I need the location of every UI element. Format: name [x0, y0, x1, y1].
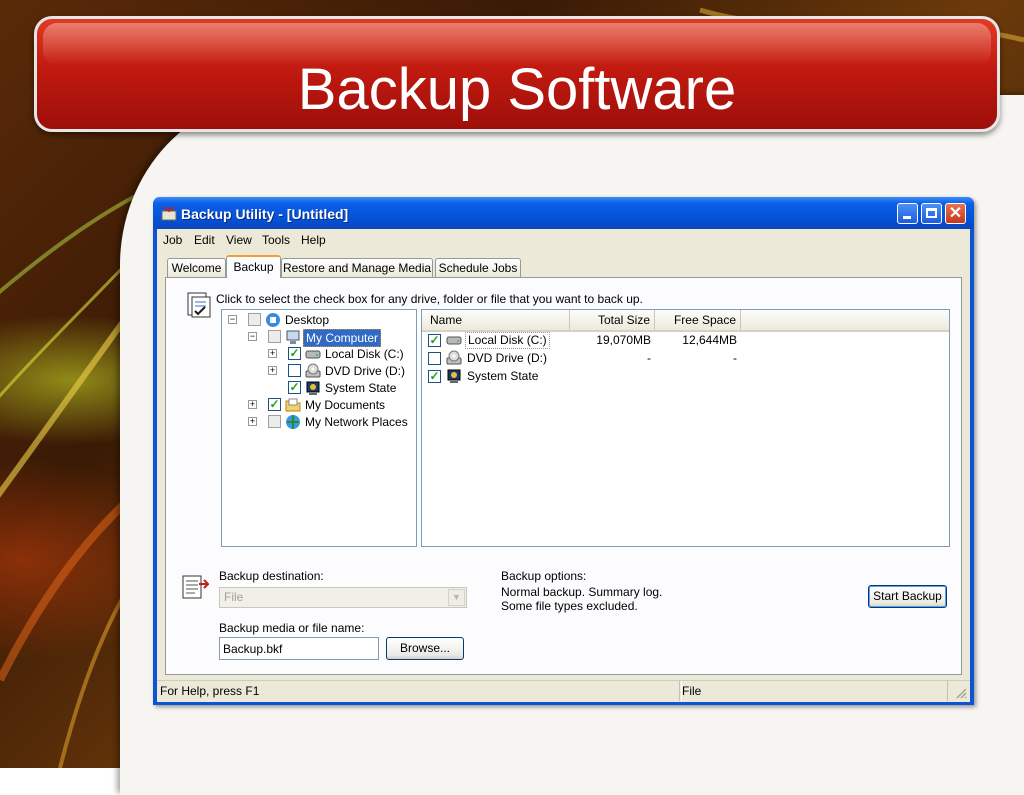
backup-options-label: Backup options: — [501, 569, 587, 583]
backup-utility-window: Backup Utility - [Untitled] ✕ Job Edit V… — [153, 197, 974, 705]
column-header-total-size[interactable]: Total Size — [570, 310, 655, 330]
tree-label-desktop: Desktop — [285, 313, 330, 327]
backup-media-input[interactable] — [219, 637, 379, 660]
list-cell-name: Local Disk (C:) — [465, 332, 550, 349]
backup-destination-value: File — [224, 590, 244, 604]
menu-tools[interactable]: Tools — [262, 233, 290, 247]
tree-item-system-state[interactable]: ✓ System State — [268, 380, 408, 396]
maximize-icon — [926, 208, 937, 218]
tree-item-my-computer[interactable]: − My Computer — [248, 329, 408, 347]
menu-view[interactable]: View — [226, 233, 252, 247]
start-backup-button[interactable]: Start Backup — [868, 585, 947, 608]
menu-edit[interactable]: Edit — [194, 233, 215, 247]
checkbox-my-computer[interactable] — [268, 330, 281, 343]
network-icon — [286, 415, 300, 429]
tree-item-my-documents[interactable]: + ✓ My Documents — [248, 397, 408, 413]
expand-icon[interactable]: + — [268, 349, 277, 358]
tree-item-local-disk-c[interactable]: + ✓ Local Disk (C:) — [268, 346, 408, 362]
checkbox-system-state[interactable]: ✓ — [288, 381, 301, 394]
tab-restore-and-manage-media[interactable]: Restore and Manage Media — [281, 258, 433, 277]
expand-icon[interactable]: + — [248, 400, 257, 409]
minimize-icon — [903, 216, 911, 219]
backup-destination-label: Backup destination: — [219, 569, 324, 583]
backup-destination-icon — [182, 575, 209, 599]
browse-button[interactable]: Browse... — [386, 637, 464, 660]
backup-options-line-1: Normal backup. Summary log. — [501, 585, 663, 599]
slide-title: Backup Software — [297, 57, 737, 122]
tree-label-my-computer: My Computer — [303, 329, 382, 347]
list-cell-name: System State — [467, 369, 539, 383]
backup-destination-select[interactable]: File ▼ — [219, 587, 467, 608]
tree-item-my-network-places[interactable]: + My Network Places — [248, 414, 413, 430]
checkbox-dvd-drive-d[interactable] — [428, 352, 441, 365]
tree-label-dvd-drive-d: DVD Drive (D:) — [325, 364, 405, 378]
status-help-text: For Help, press F1 — [160, 684, 260, 698]
list-item[interactable]: DVD Drive (D:) - - — [422, 350, 949, 367]
checkbox-local-disk-c[interactable]: ✓ — [428, 334, 441, 347]
menu-bar: Job Edit View Tools Help — [157, 229, 970, 251]
list-header: Name Total Size Free Space — [422, 310, 949, 332]
tree-label-my-documents: My Documents — [305, 398, 386, 412]
list-cell-name: DVD Drive (D:) — [467, 351, 547, 365]
collapse-icon[interactable]: − — [248, 332, 257, 341]
computer-icon — [286, 330, 300, 344]
column-header-free-space[interactable]: Free Space — [655, 310, 741, 330]
chevron-down-icon[interactable]: ▼ — [448, 589, 465, 606]
collapse-icon[interactable]: − — [228, 315, 237, 324]
tab-schedule-jobs[interactable]: Schedule Jobs — [435, 258, 521, 277]
tab-welcome[interactable]: Welcome — [167, 258, 226, 277]
list-cell-total-size: - — [647, 351, 651, 365]
tree-label-my-network-places: My Network Places — [305, 415, 408, 429]
dvd-drive-icon — [446, 350, 462, 365]
backup-options-line-2: Some file types excluded. — [501, 599, 638, 613]
backup-media-label: Backup media or file name: — [219, 621, 365, 635]
checkbox-system-state[interactable]: ✓ — [428, 370, 441, 383]
checkbox-local-disk-c[interactable]: ✓ — [288, 347, 301, 360]
tree-item-dvd-drive-d[interactable]: + DVD Drive (D:) — [268, 363, 408, 379]
list-item[interactable]: ✓ System State — [422, 368, 949, 385]
list-cell-free-space: 12,644MB — [682, 333, 737, 347]
column-header-name[interactable]: Name — [422, 310, 570, 330]
folder-icon — [285, 398, 301, 412]
tree-label-system-state: System State — [325, 381, 397, 395]
system-state-icon — [447, 369, 461, 383]
hard-disk-icon — [305, 350, 321, 359]
checkbox-desktop[interactable] — [248, 313, 261, 326]
minimize-button[interactable] — [897, 203, 918, 224]
instructions-text: Click to select the check box for any dr… — [216, 292, 643, 306]
backup-tree: − Desktop − My Computer + ✓ Local Disk (… — [221, 309, 417, 547]
expand-icon[interactable]: + — [268, 366, 277, 375]
hard-disk-icon — [446, 336, 462, 345]
menu-job[interactable]: Job — [163, 233, 182, 247]
close-button[interactable]: ✕ — [945, 203, 966, 224]
backup-app-icon — [161, 206, 177, 221]
list-item[interactable]: ✓ Local Disk (C:) 19,070MB 12,644MB — [422, 332, 949, 349]
list-cell-free-space: - — [733, 351, 737, 365]
list-cell-total-size: 19,070MB — [596, 333, 651, 347]
select-items-icon — [187, 292, 211, 318]
window-client-area: Job Edit View Tools Help Welcome Backup … — [157, 229, 970, 702]
checkbox-my-documents[interactable]: ✓ — [268, 398, 281, 411]
resize-grip-icon[interactable] — [955, 687, 967, 699]
status-bar: For Help, press F1 File — [157, 680, 970, 702]
checkbox-dvd-drive-d[interactable] — [288, 364, 301, 377]
title-banner: Backup Software — [34, 16, 1000, 132]
maximize-button[interactable] — [921, 203, 942, 224]
system-state-icon — [306, 381, 320, 395]
tab-backup[interactable]: Backup — [226, 255, 281, 278]
tree-label-local-disk-c: Local Disk (C:) — [325, 347, 404, 361]
window-titlebar[interactable]: Backup Utility - [Untitled] ✕ — [153, 197, 974, 229]
checkbox-my-network-places[interactable] — [268, 415, 281, 428]
dvd-drive-icon — [305, 363, 321, 378]
close-icon: ✕ — [948, 205, 963, 222]
backup-item-list: Name Total Size Free Space ✓ Local Disk … — [421, 309, 950, 547]
window-title: Backup Utility - [Untitled] — [181, 206, 349, 222]
tree-item-desktop[interactable]: − Desktop — [228, 312, 408, 328]
expand-icon[interactable]: + — [248, 417, 257, 426]
menu-help[interactable]: Help — [301, 233, 326, 247]
desktop-icon — [266, 313, 280, 327]
